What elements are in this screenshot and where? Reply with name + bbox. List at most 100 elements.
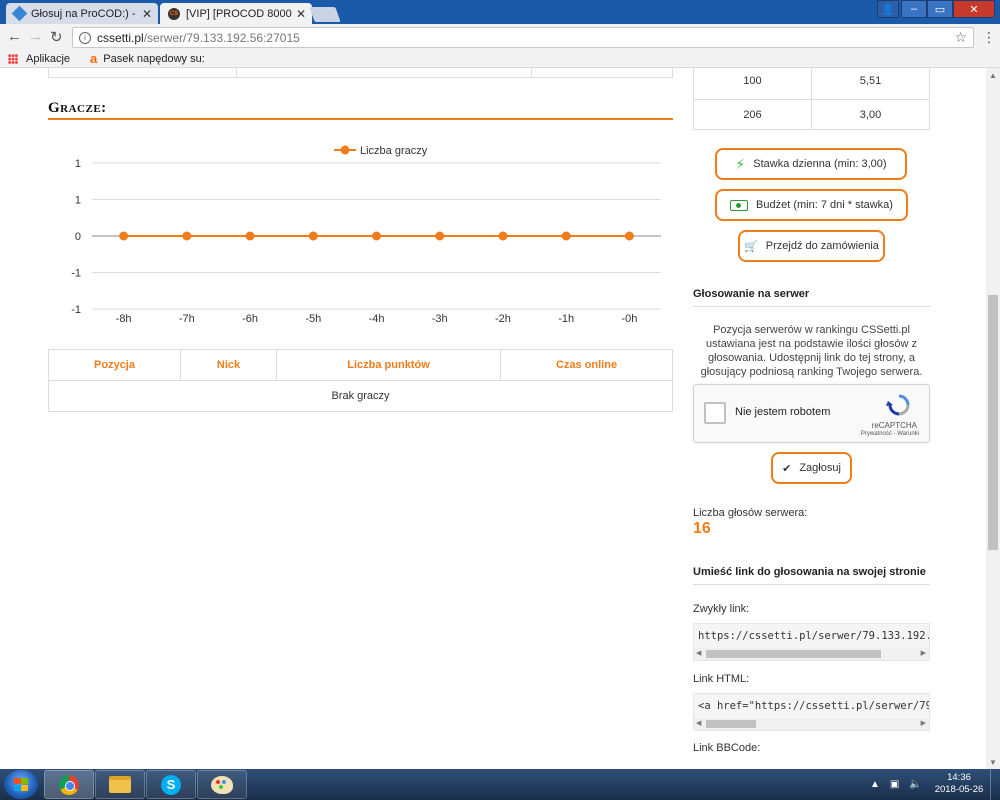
close-window-button[interactable]: ✕ [953, 0, 995, 18]
apps-grid-icon[interactable] [8, 53, 18, 64]
x-tick-label: -2h [495, 313, 511, 325]
html-link-label: Link HTML: [693, 673, 750, 685]
col-header-position: Pozycja [49, 350, 181, 380]
scrollbar-thumb[interactable] [706, 720, 756, 728]
data-point [182, 231, 192, 241]
profile-icon[interactable]: 👤 [877, 0, 899, 18]
bbcode-link-label: Link BBCode: [693, 742, 761, 754]
table-row: 100 5,51 [694, 68, 929, 99]
amazon-icon: a [90, 51, 98, 66]
menu-dots-icon[interactable]: ⋮ [982, 29, 996, 46]
address-bar[interactable]: i cssetti.pl/serwer/79.133.192.56:27015 … [72, 27, 974, 48]
players-table-header: Pozycja Nick Liczba punktów Czas online [49, 350, 672, 381]
y-tick-label: -1 [71, 304, 81, 316]
order-button[interactable]: 🛒 Przejdź do zamówienia [738, 230, 885, 262]
taskbar-skype[interactable]: S [146, 770, 196, 799]
scroll-up-icon[interactable]: ▲ [989, 71, 997, 80]
info-icon[interactable]: i [79, 31, 91, 44]
x-tick-label: -7h [179, 313, 195, 325]
url-path: /serwer/79.133.192.56:27015 [143, 30, 300, 45]
checkmark-icon: ✔ [782, 462, 792, 475]
start-button[interactable] [4, 770, 38, 799]
recaptcha-terms-link[interactable]: Prywatność - Warunki [861, 431, 919, 437]
page-content: Gracze: Liczba graczy 1 1 0 -1 -1 -8h -7h -6h -5h… [0, 68, 986, 769]
folder-icon [109, 776, 131, 793]
tray-expand-icon[interactable]: ▲ [870, 779, 880, 790]
legend-label: Liczba graczy [360, 145, 428, 157]
taskbar-paint[interactable] [197, 770, 247, 799]
bookmark-pasek[interactable]: Pasek napędowy su: [103, 53, 205, 65]
horizontal-scrollbar[interactable]: ◀ ▶ [694, 648, 929, 660]
col-header-online-time: Czas online [555, 359, 618, 371]
scrollbar-thumb[interactable] [706, 650, 881, 658]
budget-label: Budżet (min: 7 dni * stawka) [756, 199, 893, 211]
page-scrollbar[interactable]: ▲ ▼ [986, 68, 1000, 769]
scroll-down-icon[interactable]: ▼ [989, 758, 997, 767]
data-point [119, 231, 129, 241]
new-tab-button[interactable] [309, 7, 341, 22]
url-host: cssetti.pl [97, 30, 144, 45]
tab-title: [VIP] [PROCOD 80001] [CS [186, 7, 292, 20]
clock-date: 2018-05-26 [934, 784, 984, 795]
browser-toolbar: ← → ↻ i cssetti.pl/serwer/79.133.192.56:… [0, 24, 1000, 50]
table-divider [531, 68, 532, 78]
tab-server[interactable]: CS [VIP] [PROCOD 80001] [CS ✕ [160, 3, 312, 24]
show-desktop-button[interactable] [990, 769, 1000, 800]
horizontal-scrollbar[interactable]: ◀ ▶ [694, 718, 929, 730]
reload-icon[interactable]: ↻ [50, 28, 63, 46]
scroll-left-icon[interactable]: ◀ [696, 649, 701, 657]
rate-cell: 3,00 [859, 108, 882, 121]
x-tick-label: -6h [242, 313, 258, 325]
site-favicon-icon [11, 5, 28, 22]
data-point [435, 231, 445, 241]
tab-strip: Głosuj na ProCOD:) - stro ✕ CS [VIP] [PR… [0, 0, 1000, 24]
data-point [498, 231, 508, 241]
recaptcha-checkbox[interactable] [704, 402, 726, 424]
bookmark-star-icon[interactable]: ☆ [954, 29, 967, 46]
taskbar-explorer[interactable] [95, 770, 145, 799]
scroll-right-icon[interactable]: ▶ [921, 649, 926, 657]
taskbar-chrome[interactable] [44, 770, 94, 799]
plain-link-code[interactable]: https://cssetti.pl/serwer/79.133.192.5 ◀… [693, 623, 930, 661]
network-icon[interactable]: ▣ [890, 779, 899, 790]
recaptcha-label: Nie jestem robotem [735, 406, 831, 418]
skype-icon: S [161, 774, 181, 795]
recaptcha-widget: Nie jestem robotem reCAPTCHA Prywatność … [693, 384, 930, 443]
rate-cell: 100 [694, 68, 812, 99]
data-point [372, 231, 381, 241]
windows-logo-icon [14, 778, 28, 791]
html-link-code[interactable]: <a href="https://cssetti.pl/serwer/79. ◀… [693, 693, 930, 731]
maximize-button[interactable]: ▭ [927, 0, 953, 18]
close-icon[interactable]: ✕ [296, 7, 306, 21]
cart-icon: 🛒 [744, 240, 758, 253]
recaptcha-brand: reCAPTCHA [871, 421, 917, 430]
y-tick-label: 1 [75, 158, 81, 170]
vote-button[interactable]: ✔ Zagłosuj [771, 452, 852, 484]
close-icon[interactable]: ✕ [142, 7, 152, 21]
players-empty-message: Brak graczy [331, 390, 390, 402]
x-tick-label: -5h [305, 313, 321, 325]
y-tick-label: 0 [75, 231, 81, 243]
daily-rate-button[interactable]: ⚡ Stawka dzienna (min: 3,00) [715, 148, 907, 180]
rate-cell: 206 [694, 100, 812, 129]
clock[interactable]: 14:36 2018-05-26 [934, 772, 984, 796]
html-link-text: <a href="https://cssetti.pl/serwer/79. [698, 700, 930, 712]
order-label: Przejdź do zamówienia [765, 240, 879, 252]
x-tick-label: -8h [116, 313, 132, 325]
scroll-right-icon[interactable]: ▶ [921, 719, 926, 727]
server-info-table [48, 68, 673, 78]
vote-label: Zagłosuj [799, 462, 841, 474]
tab-glosuj[interactable]: Głosuj na ProCOD:) - stro ✕ [6, 3, 158, 24]
bookmarks-bar: Aplikacje a Pasek napędowy su: [0, 50, 1000, 68]
budget-button[interactable]: Budżet (min: 7 dni * stawka) [715, 189, 908, 221]
plain-link-text: https://cssetti.pl/serwer/79.133.192.5 [698, 630, 930, 642]
minimize-button[interactable]: – [901, 0, 927, 18]
forward-arrow-icon[interactable]: → [28, 28, 43, 45]
scrollbar-thumb[interactable] [988, 295, 998, 550]
y-tick-label: -1 [71, 268, 81, 280]
volume-icon[interactable]: 🔈 [909, 779, 921, 790]
scroll-left-icon[interactable]: ◀ [696, 719, 701, 727]
back-arrow-icon[interactable]: ← [7, 28, 22, 45]
bookmark-apps[interactable]: Aplikacje [26, 53, 70, 65]
taskbar: S ▲ ▣ 🔈 14:36 2018-05-26 [0, 769, 1000, 800]
